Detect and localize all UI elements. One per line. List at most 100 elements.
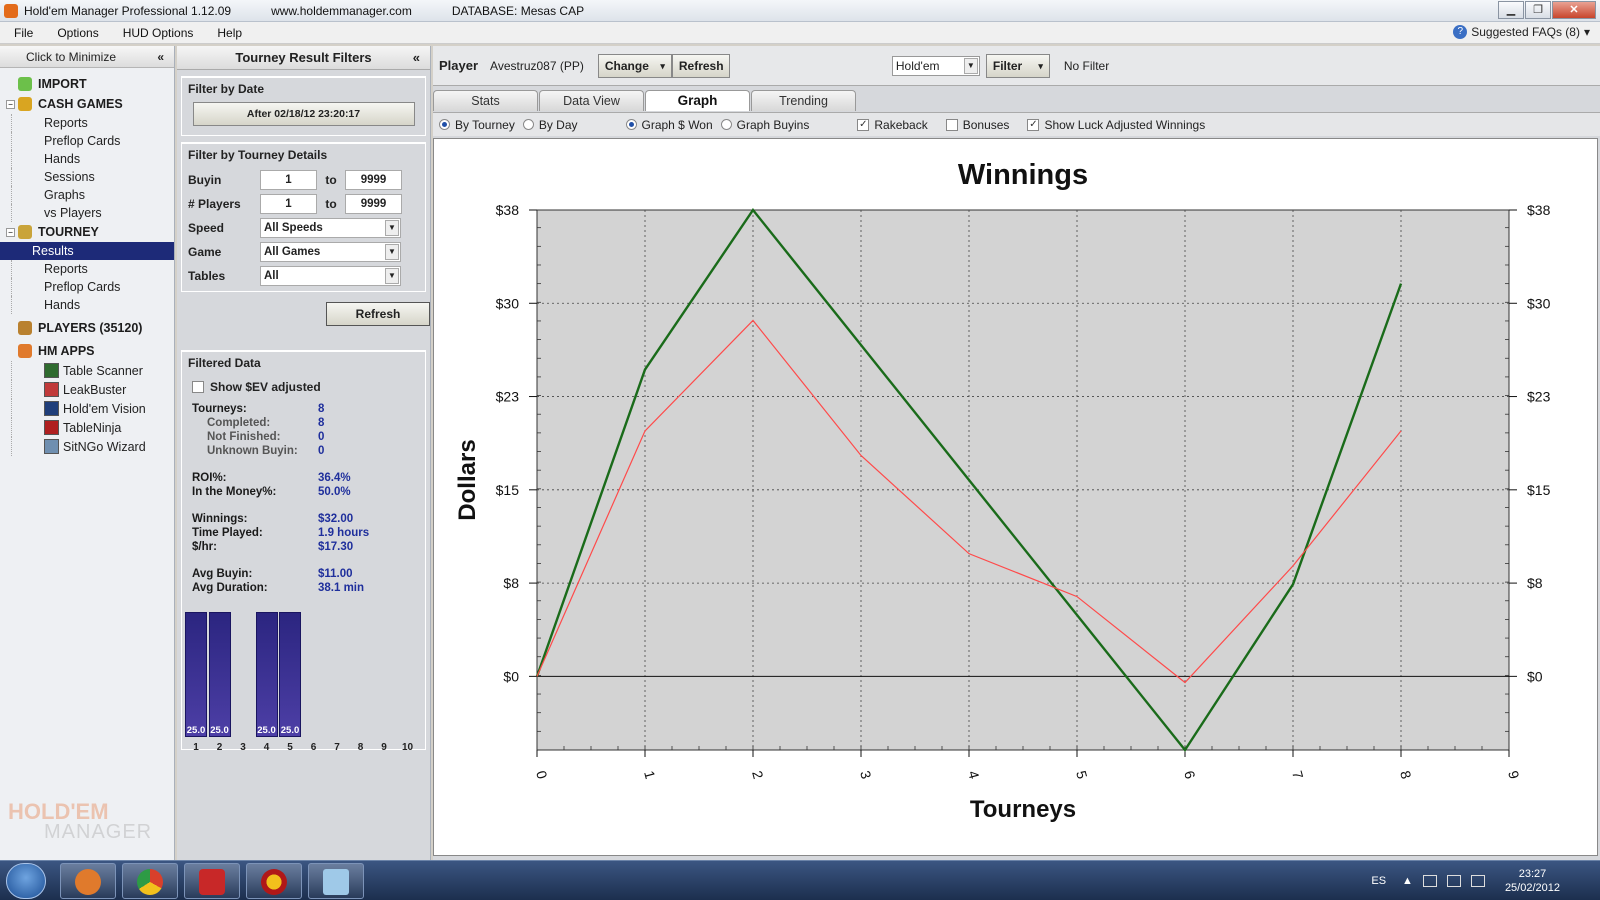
by-tourney-option[interactable]: By Tourney [439,118,515,132]
stat-row: Avg Buyin: $11.00 [192,567,419,581]
taskbar-holdem-manager[interactable] [60,863,116,899]
menu-options[interactable]: Options [43,26,108,40]
graph-buyins-option[interactable]: Graph Buyins [720,118,809,132]
nav-cash-games[interactable]: − CASH GAMES [0,94,174,114]
nav-cash-graphs[interactable]: Graphs [11,186,174,204]
nav-tourney-hands[interactable]: Hands [11,296,174,314]
graph-won-radio[interactable] [625,119,637,130]
collapse-box-icon[interactable]: − [6,99,15,109]
nav-app-tableninja[interactable]: TableNinja [11,418,174,437]
logo-top-text: HOLD'EM [8,799,109,824]
luck-adjusted-checkbox[interactable] [1027,118,1040,131]
date-filter-button[interactable]: After 02/18/12 23:20:17 [192,102,415,126]
nav-hm-apps[interactable]: HM APPS [0,341,174,361]
show-ev-adjusted-option[interactable]: Show $EV adjusted [192,380,419,394]
network-icon[interactable] [1470,875,1485,887]
taskbar-notes[interactable] [308,863,364,899]
click-to-minimize[interactable]: Click to Minimize « [0,46,174,68]
luck-adjusted-option[interactable]: Show Luck Adjusted Winnings [1027,118,1205,132]
by-day-option[interactable]: By Day [522,118,578,132]
graph-won-option[interactable]: Graph $ Won [625,118,713,132]
windows-taskbar: ES ▲ 23:27 25/02/2012 [0,860,1600,900]
game-value: All Games [264,246,321,258]
start-button[interactable] [6,863,46,899]
tables-label: Tables [188,269,226,283]
refresh-player-button[interactable]: Refresh [671,53,730,78]
stat-row: Unknown Buyin: 0 [192,444,419,458]
nav-cash-preflop-cards[interactable]: Preflop Cards [11,132,174,150]
menu-hud-options[interactable]: HUD Options [109,26,204,40]
y-tick-label: $15 [496,482,520,498]
menu-help[interactable]: Help [203,26,252,40]
nav-app-leakbuster[interactable]: LeakBuster [11,380,174,399]
show-ev-checkbox[interactable] [192,381,204,393]
rakeback-checkbox[interactable] [857,118,870,131]
show-hidden-icons[interactable]: ▲ [1402,875,1413,887]
window-database: DATABASE: Mesas CAP [451,3,585,18]
language-indicator[interactable]: ES [1371,875,1386,887]
rakeback-option[interactable]: Rakeback [857,118,928,132]
graph-buyins-radio[interactable] [720,119,732,130]
bonuses-checkbox[interactable] [945,118,958,131]
by-tourney-radio[interactable] [439,119,450,130]
change-player-button[interactable]: Change ▾ [597,53,672,78]
by-day-radio[interactable] [522,119,534,130]
players-to-input[interactable]: 9999 [345,194,402,214]
bonuses-option[interactable]: Bonuses [945,117,1010,132]
buyin-from-input[interactable]: 1 [260,170,317,190]
tab-data-view[interactable]: Data View [539,90,644,111]
buyin-to-input[interactable]: 9999 [345,170,402,190]
nav-tourney-preflop-cards[interactable]: Preflop Cards [11,278,174,296]
tab-trending[interactable]: Trending [751,90,856,111]
maximize-button[interactable]: ❐ [1525,1,1551,19]
bonuses-label: Bonuses [962,117,1010,132]
tables-select[interactable]: All ▼ [260,266,401,286]
minimize-button[interactable]: ▁ [1498,1,1524,19]
tab-stats[interactable]: Stats [433,90,538,111]
dropdown-arrow-icon[interactable]: ▼ [385,268,399,284]
nav-cash-hands[interactable]: Hands [11,150,174,168]
nav-cash-reports[interactable]: Reports [11,114,174,132]
nav-tourney-results[interactable]: Results [0,242,174,260]
menu-file[interactable]: File [0,26,43,40]
tables-value: All [264,270,279,282]
y-tick-label-right: $23 [1527,389,1551,405]
histogram-x-tick: 6 [310,742,317,753]
nav-app-table-scanner[interactable]: Table Scanner [11,361,174,380]
collapse-box-icon[interactable]: − [6,227,15,237]
nav-app-holdem-vision[interactable]: Hold'em Vision [11,399,174,418]
filter-label: Filter [992,58,1023,73]
close-button[interactable]: ✕ [1552,1,1596,19]
histogram-x-tick: 2 [216,742,223,753]
tab-graph[interactable]: Graph [645,90,750,111]
nav-players[interactable]: PLAYERS (35120) [0,318,174,338]
nav-tourney[interactable]: − TOURNEY [0,222,174,242]
dropdown-arrow-icon[interactable]: ▼ [963,57,978,74]
collapse-filters-icon[interactable]: « [413,46,420,70]
taskbar-chrome[interactable] [122,863,178,899]
nav-cash-sessions[interactable]: Sessions [11,168,174,186]
speed-select[interactable]: All Speeds ▼ [260,218,401,238]
filter-button[interactable]: Filter ▾ [985,53,1050,78]
volume-icon[interactable] [1446,875,1461,887]
action-center-icon[interactable] [1422,875,1437,887]
nav-app-sitngo-wizard[interactable]: SitNGo Wizard [11,437,174,456]
dropdown-arrow-icon[interactable]: ▼ [385,244,399,260]
filters-refresh-button[interactable]: Refresh [326,302,430,326]
game-select[interactable]: All Games ▼ [260,242,401,262]
stat-value: 50.0% [318,486,351,498]
taskbar-pokerstars[interactable] [184,863,240,899]
suggested-faqs[interactable]: ? Suggested FAQs (8) ▾ [1453,25,1590,39]
nav-import[interactable]: IMPORT [0,74,174,94]
histogram-bar: 25.0 [208,612,231,737]
histogram-x-tick: 1 [193,742,199,753]
dropdown-arrow-icon[interactable]: ▼ [385,220,399,236]
taskbar-poker-client[interactable] [246,863,302,899]
nav-tourney-reports[interactable]: Reports [11,260,174,278]
players-from-input[interactable]: 1 [260,194,317,214]
game-type-select[interactable]: Hold'em ▼ [891,55,980,76]
clock[interactable]: 23:27 25/02/2012 [1505,867,1560,895]
stat-label: $/hr: [192,541,217,553]
nav-cash-vs-players[interactable]: vs Players [11,204,174,222]
y-tick-label-right: $38 [1527,202,1551,218]
